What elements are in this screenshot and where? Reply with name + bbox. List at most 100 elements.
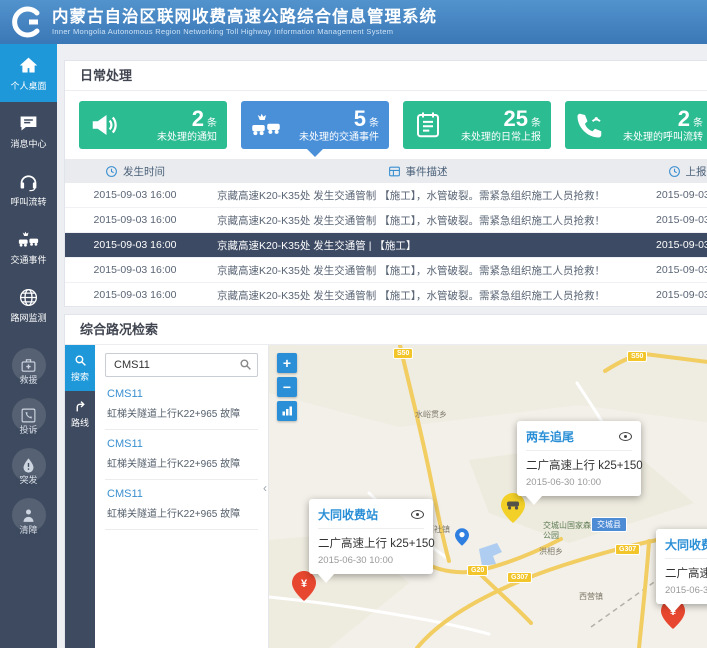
sidebar-item-label: 消息中心: [10, 137, 46, 150]
app-header: 内蒙古自治区联网收费高速公路综合信息管理系统 Inner Mongolia Au…: [0, 0, 707, 44]
road-network-icon: [18, 287, 39, 308]
search-tab-strip: 搜索 路线: [65, 345, 95, 648]
eye-icon[interactable]: [619, 432, 632, 441]
search-result-item[interactable]: CMS11 虹梯关隧道上行K22+965 故障: [105, 430, 258, 480]
app-title: 内蒙古自治区联网收费高速公路综合信息管理系统: [52, 8, 437, 27]
yellow-car-marker[interactable]: [501, 493, 525, 523]
app-logo-icon: [8, 4, 44, 40]
table-row[interactable]: 2015-09-03 16:00 京藏高速K20-K35处 发生交通管制 【施工…: [65, 208, 707, 233]
search-input[interactable]: [105, 353, 258, 377]
collapse-panel-icon[interactable]: [263, 481, 267, 495]
sidebar-item-traffic-events[interactable]: 交通事件: [0, 218, 57, 276]
result-name: CMS11: [107, 438, 256, 450]
search-result-item[interactable]: CMS11 虹梯关隧道上行K22+965 故障: [105, 480, 258, 530]
map-popup-rear-end: 两车追尾 二广高速上行 k25+150 2015-06-30 10:00: [517, 421, 641, 496]
panel-title: 综合路况检索: [65, 315, 707, 345]
card-label: 未处理的呼叫流转: [605, 132, 703, 143]
sidebar-item-desktop[interactable]: 个人桌面: [0, 44, 57, 102]
tab-route[interactable]: 路线: [65, 391, 95, 437]
cell-desc: 京藏高速K20-K35处 发生交通管 | 【施工】: [205, 238, 630, 253]
quick-action-rescue[interactable]: 救援: [0, 348, 57, 386]
sidebar: 个人桌面 消息中心 呼叫流转 交通事件 路网监测 救援 投诉 突发: [0, 44, 57, 648]
eye-icon[interactable]: [411, 510, 424, 519]
stat-cards: 2条 未处理的通知 5条 未处理的交通事件 25条 未处理的日常上报: [65, 91, 707, 159]
table-row[interactable]: 2015-09-03 16:00 京藏高速K20-K35处 发生交通管制 【施工…: [65, 283, 707, 308]
card-daily-reports[interactable]: 25条 未处理的日常上报: [403, 101, 551, 149]
map-label: 西营镇: [579, 591, 603, 602]
cell-report: 2015-09-03 16:00: [630, 239, 707, 251]
card-label: 未处理的交通事件: [281, 132, 379, 143]
map-pin-icon[interactable]: [455, 527, 469, 547]
tab-search[interactable]: 搜索: [65, 345, 95, 391]
panel-title: 日常处理: [65, 61, 707, 91]
road-badge: G307: [507, 572, 532, 583]
card-call-transfers[interactable]: 2条 未处理的呼叫流转: [565, 101, 707, 149]
cell-report: 2015-09-03 16:00: [630, 264, 707, 276]
zoom-out-button[interactable]: −: [277, 377, 297, 397]
quick-action-label: 投诉: [19, 423, 37, 436]
sidebar-item-road-monitor[interactable]: 路网监测: [0, 276, 57, 334]
yuan-icon: ¥: [301, 578, 308, 590]
result-desc: 虹梯关隧道上行K22+965 故障: [107, 405, 256, 420]
road-badge: G20: [467, 565, 488, 576]
quick-action-complaint[interactable]: 投诉: [0, 398, 57, 436]
clock-icon: [668, 165, 681, 178]
quick-action-clearing[interactable]: 清障: [0, 498, 57, 536]
table-row[interactable]: 2015-09-03 16:00 京藏高速K20-K35处 发生交通管制 【施工…: [65, 258, 707, 283]
sidebar-item-calls[interactable]: 呼叫流转: [0, 160, 57, 218]
map-base-layer: [269, 345, 707, 648]
card-count: 25: [504, 106, 528, 131]
first-aid-icon: [20, 357, 37, 374]
tab-label: 搜索: [71, 370, 89, 383]
zoom-in-button[interactable]: +: [277, 353, 297, 373]
map-canvas[interactable]: + − S50 S50 G20 G307 G307 交城县 水峪贯乡 西社镇 交…: [269, 345, 707, 648]
map-popup-toll-station: 大同收费站 二广高速上行 k25+150 2015-06-30 10:00: [309, 499, 433, 574]
road-badge: G307: [615, 544, 640, 555]
popup-time: 2015-06-30 10:00: [318, 555, 424, 566]
traffic-chart-button[interactable]: [277, 401, 297, 421]
cell-report: 2015-09-03 16:00: [630, 289, 707, 301]
card-unit: 条: [207, 118, 217, 129]
table-row[interactable]: 2015-09-03 16:00 京藏高速K20-K35处 发生交通管制 【施工…: [65, 183, 707, 208]
column-header-report: 上报时间: [686, 164, 707, 179]
collision-icon: [251, 110, 281, 140]
sidebar-item-label: 交通事件: [10, 253, 46, 266]
quick-action-label: 突发: [19, 473, 37, 486]
cell-time: 2015-09-03 16:00: [65, 239, 205, 251]
clearing-person-icon: [20, 507, 37, 524]
quick-action-label: 救援: [19, 373, 37, 386]
column-header-time: 发生时间: [123, 164, 165, 179]
home-icon: [18, 55, 39, 76]
app-subtitle: Inner Mongolia Autonomous Region Network…: [52, 27, 437, 36]
result-desc: 虹梯关隧道上行K22+965 故障: [107, 455, 256, 470]
message-icon: [18, 113, 39, 134]
search-result-item[interactable]: CMS11 虹梯关隧道上行K22+965 故障: [105, 380, 258, 430]
card-traffic-events[interactable]: 5条 未处理的交通事件: [241, 101, 389, 149]
card-unit: 条: [531, 118, 541, 129]
popup-time: 2015-06-30 10:00: [526, 477, 632, 488]
popup-time: 2015-06-30 10:00: [665, 585, 707, 596]
phone-complaint-icon: [20, 407, 37, 424]
cell-time: 2015-09-03 16:00: [65, 189, 205, 201]
red-yuan-marker[interactable]: ¥: [292, 571, 316, 601]
clock-icon: [105, 165, 118, 178]
card-notifications[interactable]: 2条 未处理的通知: [79, 101, 227, 149]
sidebar-item-messages[interactable]: 消息中心: [0, 102, 57, 160]
popup-title: 两车追尾: [526, 428, 574, 445]
popup-title: 大同收费站: [318, 506, 378, 523]
card-count: 2: [678, 106, 690, 131]
handset-icon: [575, 110, 605, 140]
search-icon[interactable]: [239, 358, 252, 371]
quick-action-emergency[interactable]: 突发: [0, 448, 57, 486]
sidebar-item-label: 路网监测: [10, 311, 46, 324]
map-label: 洪相乡: [539, 546, 563, 557]
table-row-selected[interactable]: 2015-09-03 16:00 京藏高速K20-K35处 发生交通管 | 【施…: [65, 233, 707, 258]
collision-icon: [18, 229, 39, 250]
result-desc: 虹梯关隧道上行K22+965 故障: [107, 505, 256, 520]
sidebar-item-label: 呼叫流转: [10, 195, 46, 208]
map-label: 水峪贯乡: [415, 409, 447, 420]
events-table: 发生时间 事件描述 上报时间 2015-09-03 16:00 京藏高速K20-…: [65, 159, 707, 308]
cell-time: 2015-09-03 16:00: [65, 214, 205, 226]
table-header-row: 发生时间 事件描述 上报时间: [65, 159, 707, 183]
search-icon: [74, 354, 87, 367]
